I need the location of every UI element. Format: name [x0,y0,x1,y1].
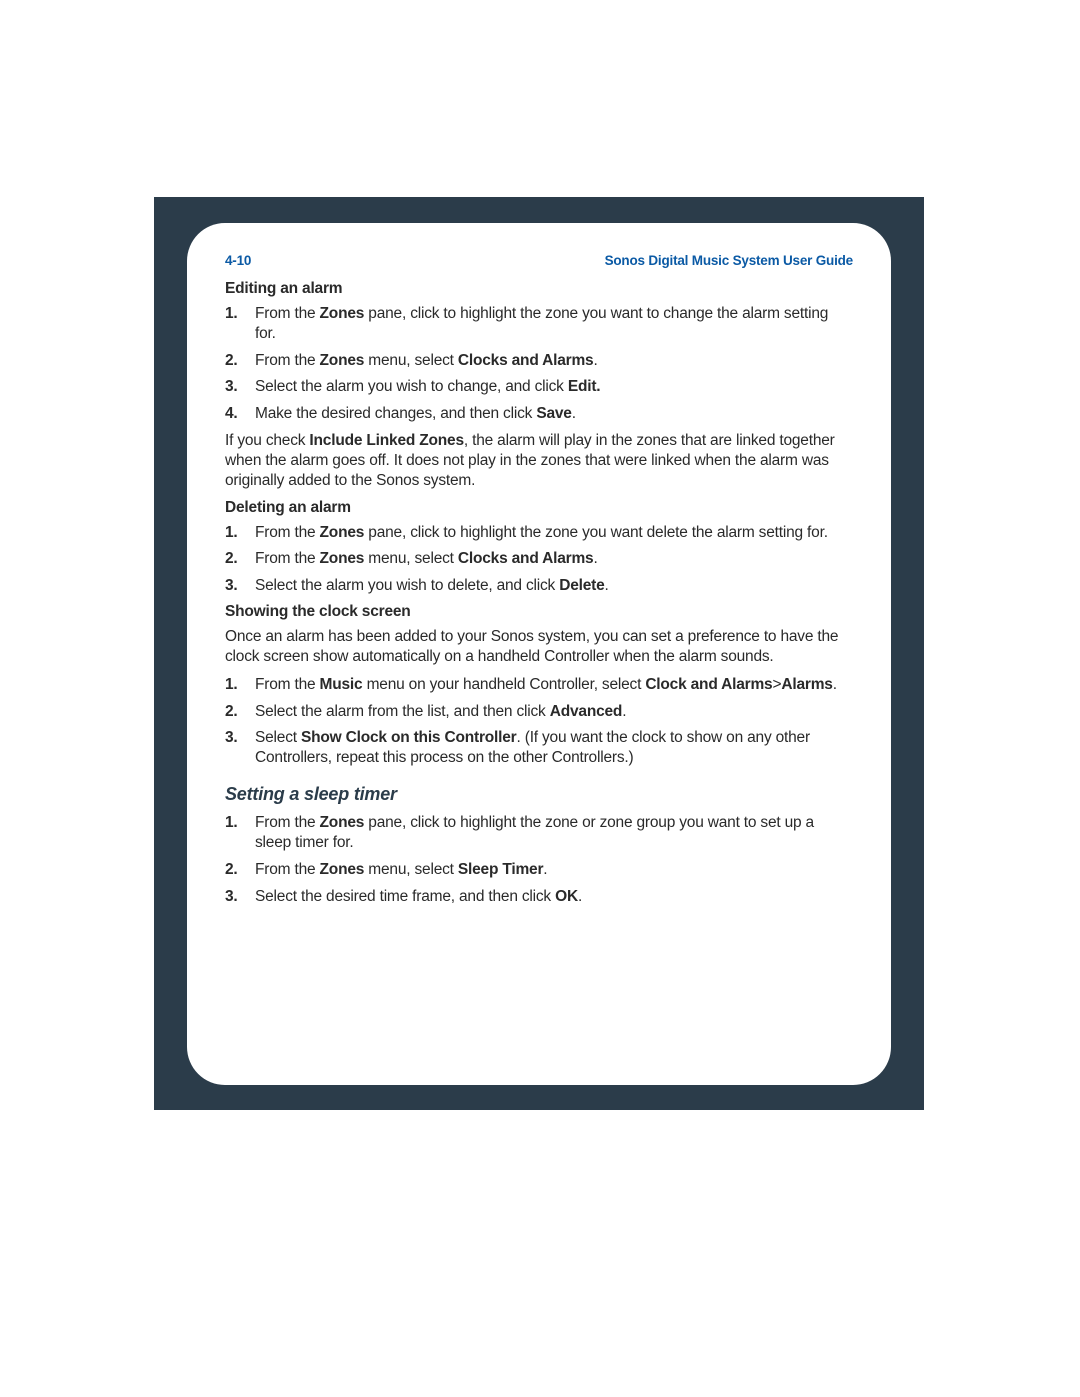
list-item: From the Zones menu, select Clocks and A… [225,351,853,371]
steps-showing: From the Music menu on your handheld Con… [225,675,853,768]
heading-deleting-alarm: Deleting an alarm [225,499,853,517]
intro-showing-clock: Once an alarm has been added to your Son… [225,627,853,667]
list-item: From the Zones pane, click to highlight … [225,523,853,543]
list-item: Select Show Clock on this Controller. (I… [225,728,853,768]
heading-editing-alarm: Editing an alarm [225,280,853,298]
page-number: 4-10 [225,253,251,268]
steps-deleting: From the Zones pane, click to highlight … [225,523,853,596]
page-frame: 4-10 Sonos Digital Music System User Gui… [154,197,924,1110]
note-linked-zones: If you check Include Linked Zones, the a… [225,431,853,490]
list-item: Select the alarm you wish to change, and… [225,377,853,397]
list-item: From the Zones menu, select Sleep Timer. [225,860,853,880]
list-item: Select the desired time frame, and then … [225,887,853,907]
list-item: From the Zones menu, select Clocks and A… [225,549,853,569]
list-item: Select the alarm you wish to delete, and… [225,576,853,596]
list-item: Select the alarm from the list, and then… [225,702,853,722]
heading-showing-clock: Showing the clock screen [225,603,853,621]
list-item: From the Zones pane, click to highlight … [225,304,853,344]
list-item: From the Music menu on your handheld Con… [225,675,853,695]
running-header: 4-10 Sonos Digital Music System User Gui… [225,253,853,268]
doc-title: Sonos Digital Music System User Guide [605,253,853,268]
steps-sleep: From the Zones pane, click to highlight … [225,813,853,906]
list-item: From the Zones pane, click to highlight … [225,813,853,853]
steps-editing: From the Zones pane, click to highlight … [225,304,853,424]
list-item: Make the desired changes, and then click… [225,404,853,424]
page-content: 4-10 Sonos Digital Music System User Gui… [187,223,891,1085]
heading-sleep-timer: Setting a sleep timer [225,784,853,805]
